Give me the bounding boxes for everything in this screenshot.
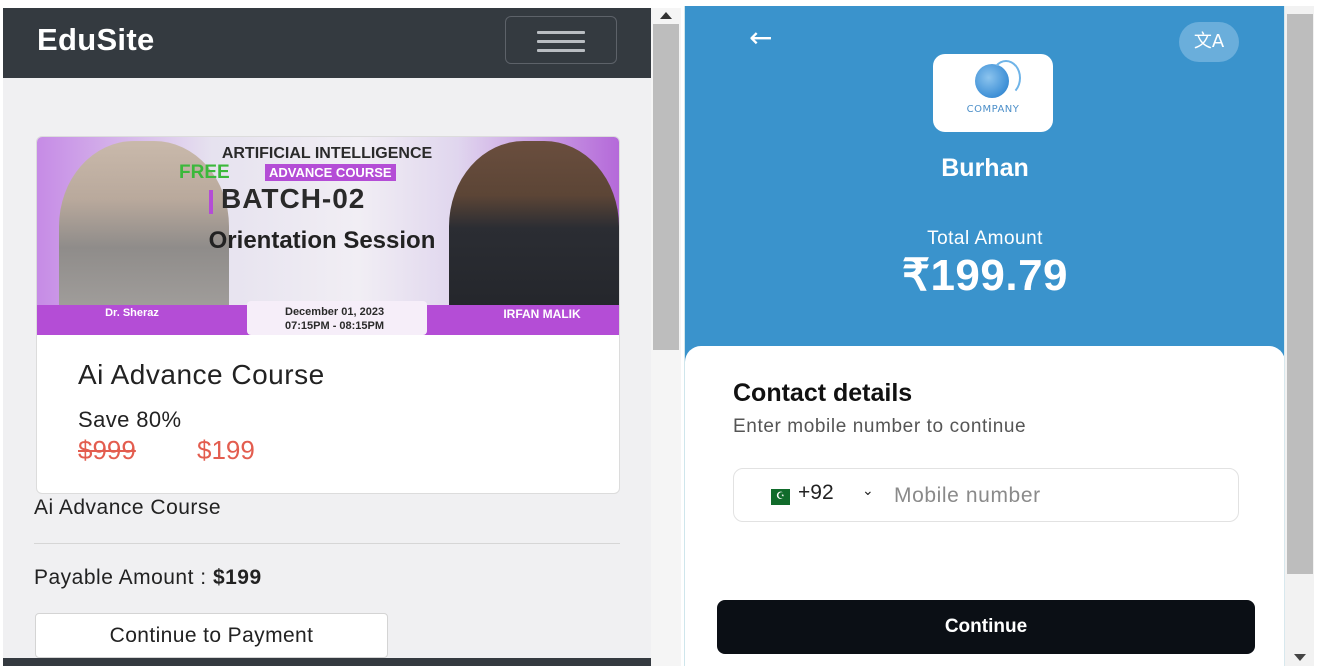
banner-date: December 01, 2023 bbox=[285, 306, 385, 318]
scrollbar-thumb[interactable] bbox=[653, 24, 679, 350]
globe-ring bbox=[991, 60, 1021, 96]
screen: EduSite ARTIFICIAL INTELLIGENCE FREE ADV… bbox=[0, 0, 1321, 666]
mobile-number-input[interactable] bbox=[894, 477, 1214, 515]
sale-price: $199 bbox=[197, 435, 255, 465]
course-banner-image: ARTIFICIAL INTELLIGENCE FREE ADVANCE COU… bbox=[37, 137, 619, 335]
payable-amount: Payable Amount : $199 bbox=[34, 566, 262, 590]
contact-subtitle: Enter mobile number to continue bbox=[733, 416, 1027, 437]
hamburger-icon-bar bbox=[537, 40, 585, 43]
speaker-right-name: IRFAN MALIK bbox=[503, 307, 581, 321]
banner-headline: ARTIFICIAL INTELLIGENCE bbox=[221, 145, 433, 162]
pakistan-flag-icon[interactable]: ☪ bbox=[764, 489, 790, 505]
footer-strip bbox=[3, 658, 651, 666]
checkout-header: ← 文A COMPANY Burhan Total Amount ₹199.79 bbox=[685, 6, 1284, 386]
scroll-up-arrow-icon[interactable] bbox=[660, 12, 672, 19]
batch-marker bbox=[209, 190, 213, 214]
original-price: $999 bbox=[78, 435, 136, 465]
payable-value: $199 bbox=[212, 566, 262, 589]
divider bbox=[34, 543, 620, 544]
payable-label: Payable Amount : bbox=[34, 566, 207, 589]
banner-orientation: Orientation Session bbox=[208, 227, 436, 254]
right-scrollbar[interactable] bbox=[1284, 6, 1314, 666]
contact-sheet: Contact details Enter mobile number to c… bbox=[685, 346, 1284, 666]
country-code[interactable]: +92 bbox=[798, 481, 834, 505]
total-amount-label: Total Amount bbox=[927, 228, 1043, 249]
edusite-page: EduSite ARTIFICIAL INTELLIGENCE FREE ADV… bbox=[3, 8, 651, 666]
contact-title: Contact details bbox=[733, 379, 913, 407]
flag-white-band bbox=[764, 489, 771, 505]
total-amount: ₹199.79 bbox=[901, 251, 1069, 300]
navbar: EduSite bbox=[3, 8, 651, 78]
brand-logo[interactable]: EduSite bbox=[37, 22, 155, 58]
merchant-name: Burhan bbox=[941, 154, 1029, 182]
continue-to-payment-button[interactable]: Continue to Payment bbox=[35, 613, 388, 658]
banner-time: 07:15PM - 08:15PM bbox=[285, 320, 385, 332]
continue-button[interactable]: Continue bbox=[717, 600, 1255, 654]
course-card[interactable]: ARTIFICIAL INTELLIGENCE FREE ADVANCE COU… bbox=[36, 136, 620, 494]
back-arrow-icon[interactable]: ← bbox=[749, 24, 772, 52]
banner-batch: BATCH-02 bbox=[221, 183, 366, 214]
selected-course-name: Ai Advance Course bbox=[34, 496, 222, 519]
banner-advance-label: ADVANCE COURSE bbox=[265, 164, 396, 181]
banner-date-box: December 01, 2023 07:15PM - 08:15PM bbox=[247, 301, 427, 335]
left-scrollbar[interactable] bbox=[651, 8, 681, 666]
menu-toggle-button[interactable] bbox=[505, 16, 617, 64]
discount-label: Save 80% bbox=[78, 407, 182, 432]
checkout-page: ← 文A COMPANY Burhan Total Amount ₹199.79… bbox=[684, 6, 1284, 666]
course-title: Ai Advance Course bbox=[78, 359, 325, 390]
scroll-down-arrow-icon[interactable] bbox=[1294, 654, 1306, 661]
scrollbar-thumb[interactable] bbox=[1287, 14, 1313, 574]
phone-field[interactable]: ☪ +92 ⌄ bbox=[733, 468, 1239, 522]
hamburger-icon-bar bbox=[537, 31, 585, 34]
logo-text: COMPANY bbox=[966, 104, 1020, 115]
flag-crescent: ☪ bbox=[776, 491, 785, 502]
translate-icon[interactable]: 文A bbox=[1179, 22, 1239, 62]
merchant-logo: COMPANY bbox=[933, 54, 1053, 132]
chevron-down-icon[interactable]: ⌄ bbox=[862, 483, 874, 499]
banner-free-label: FREE bbox=[179, 162, 230, 183]
hamburger-icon-bar bbox=[537, 49, 585, 52]
speaker-left-name: Dr. Sheraz bbox=[105, 307, 159, 319]
